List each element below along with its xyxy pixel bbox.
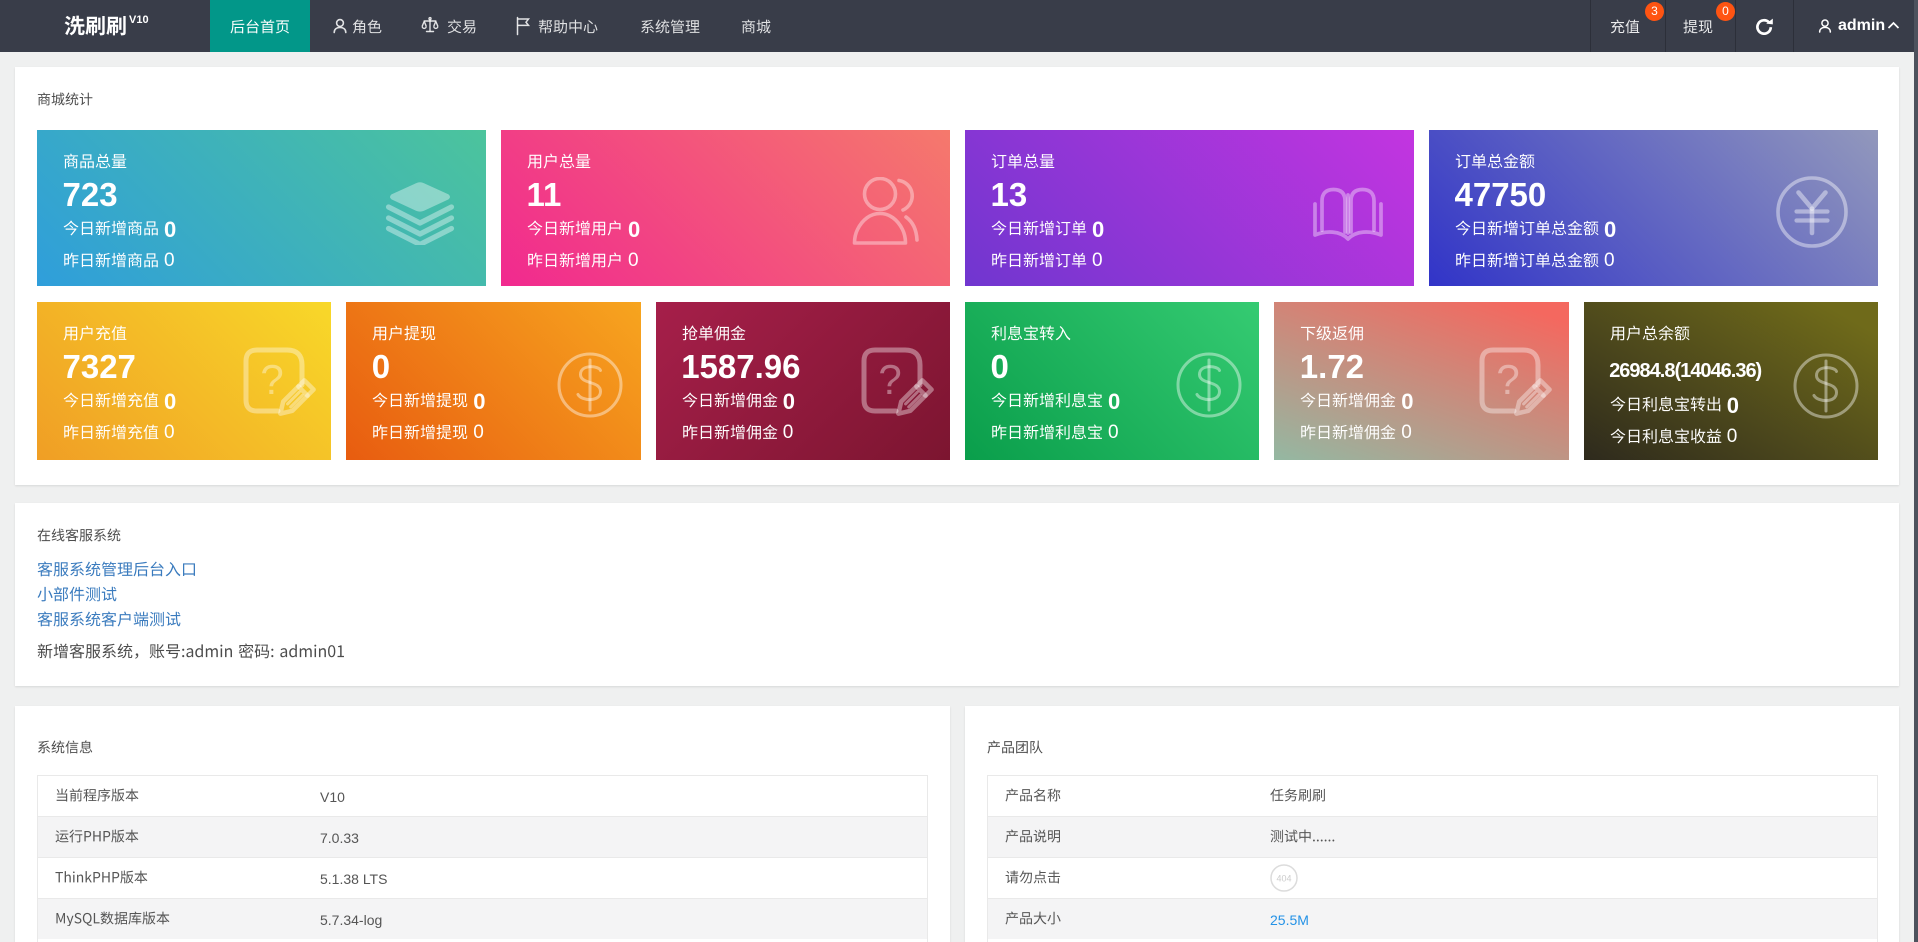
svg-text:404: 404 xyxy=(1276,874,1291,884)
svg-text:?: ? xyxy=(260,356,283,403)
svg-text:?: ? xyxy=(1496,356,1519,403)
svg-text:?: ? xyxy=(878,356,901,403)
